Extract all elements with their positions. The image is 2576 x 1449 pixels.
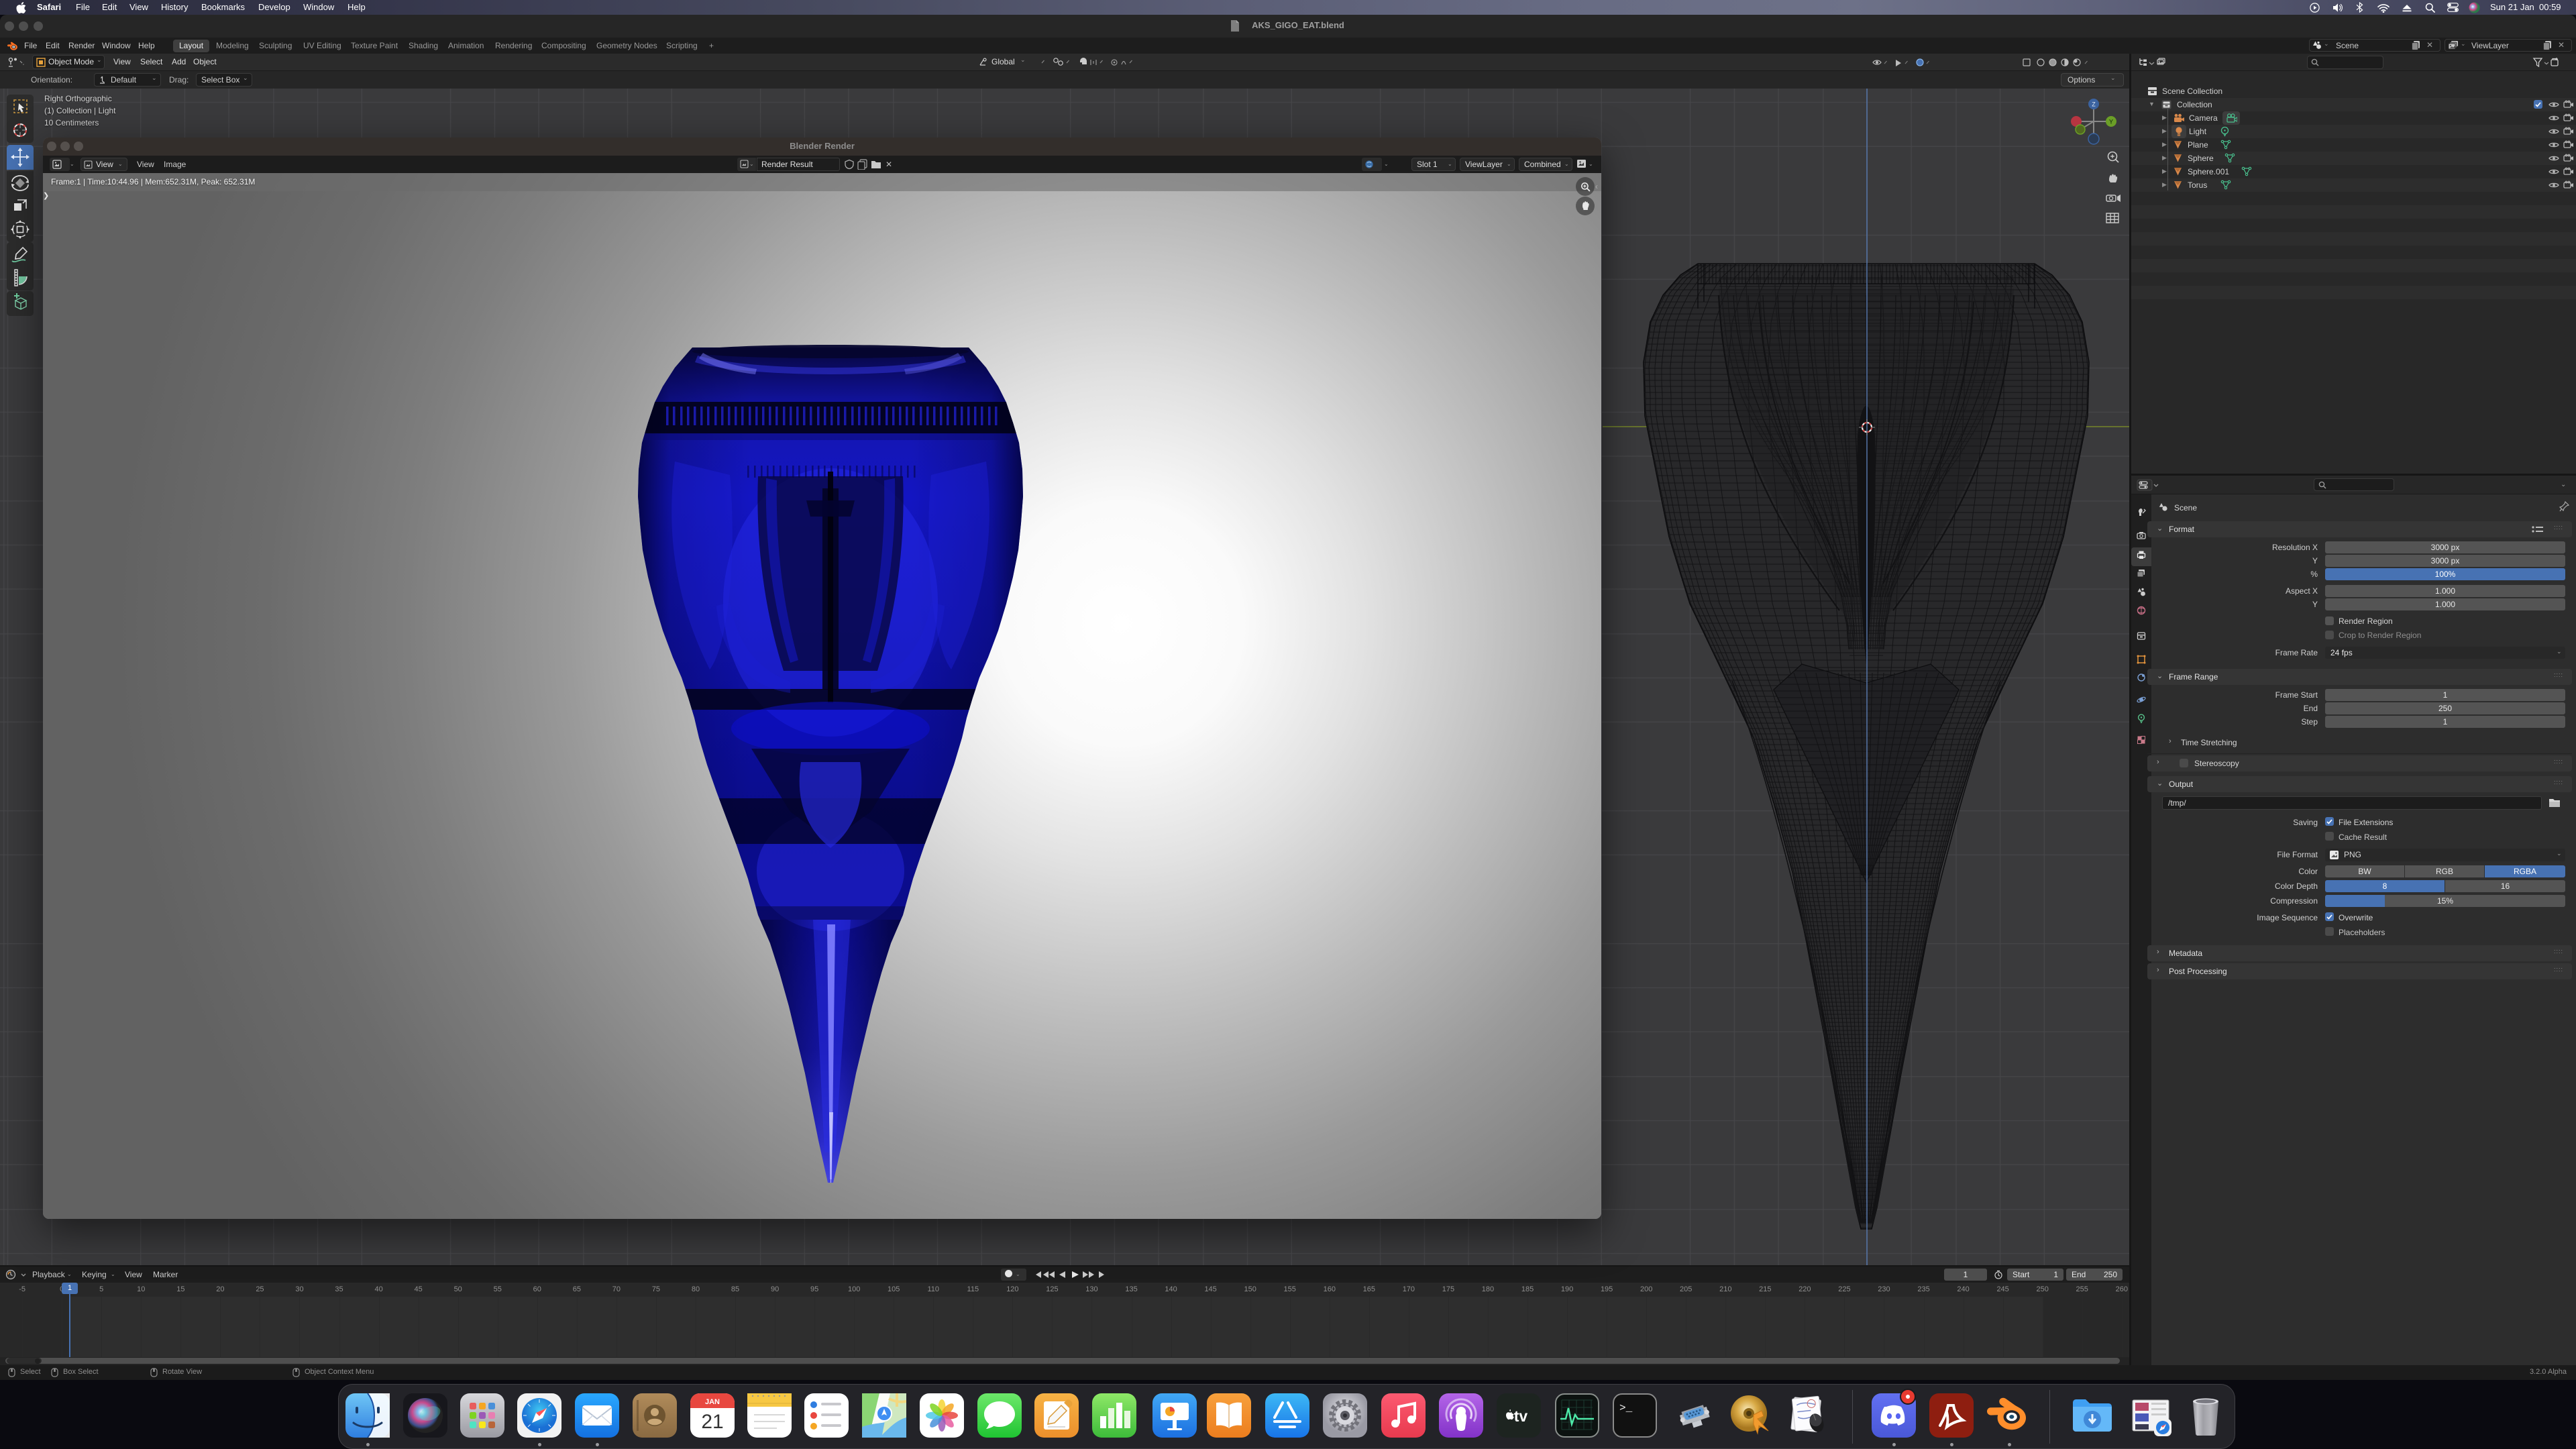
svg-text:tv: tv xyxy=(1514,1407,1528,1425)
svg-text:>_: >_ xyxy=(1619,1402,1633,1414)
svg-text:21: 21 xyxy=(701,1411,723,1433)
svg-text:JAN: JAN xyxy=(705,1398,720,1406)
svg-text:Z: Z xyxy=(2092,101,2096,108)
svg-text:Y: Y xyxy=(2109,119,2113,125)
